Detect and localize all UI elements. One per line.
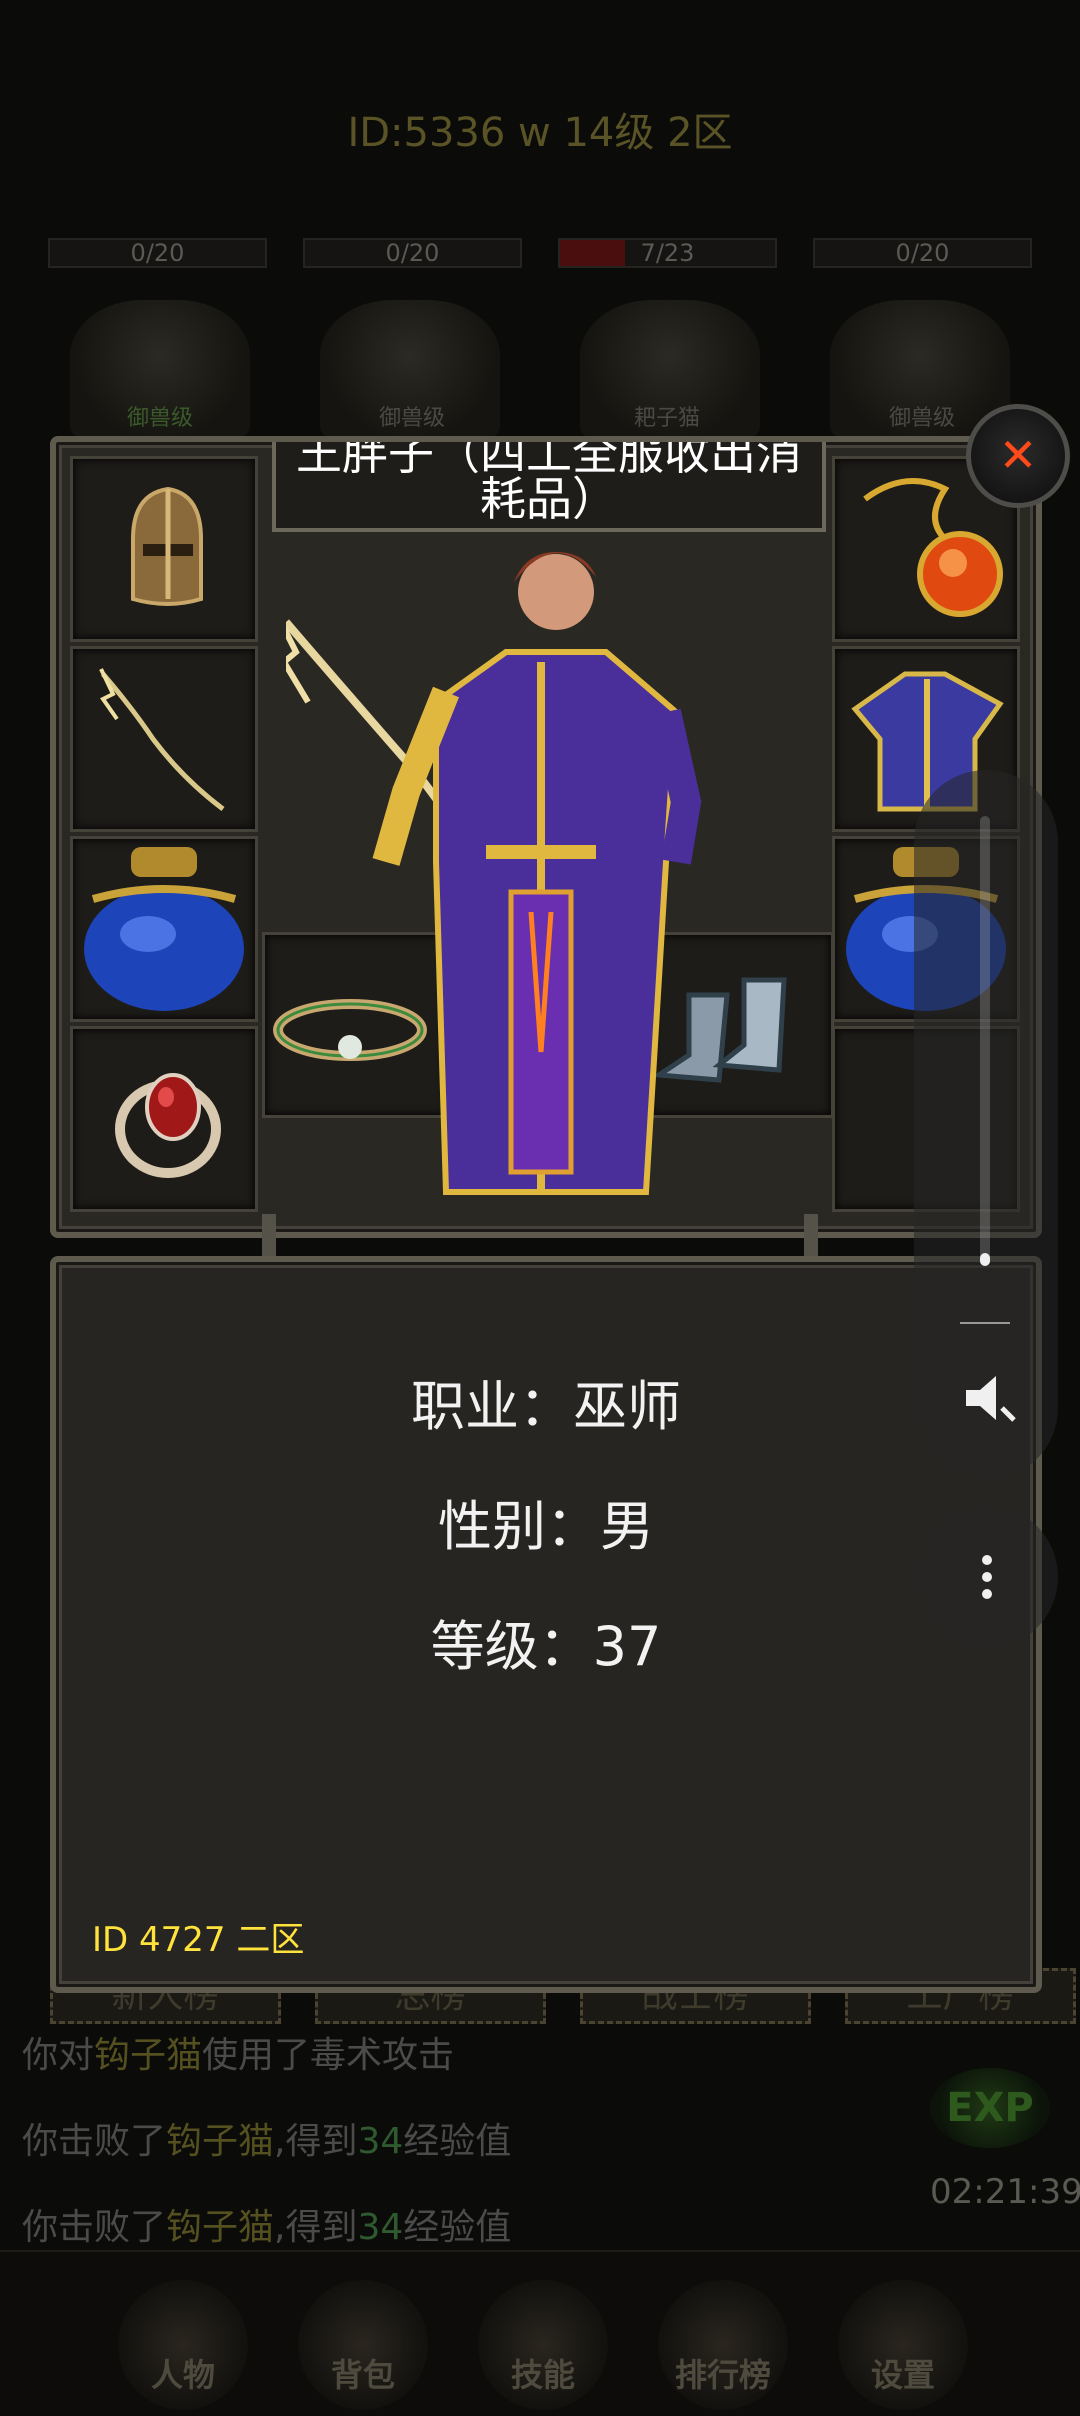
level-text: 等级：37 (430, 1615, 662, 1678)
equipment-panel: 王胖子（四工全服收出消耗品） (50, 436, 1042, 1238)
character-dialog: 王胖子（四工全服收出消耗品） 职业：巫师 性别：男 等级：37 ID 4727 … (50, 436, 1042, 1993)
hp-text: 0/20 (895, 239, 950, 267)
log-segment: 使用了毒术攻击 (202, 2035, 455, 2076)
battle-log-line: 你击败了钩子猫,得到34经验值 (22, 2112, 511, 2164)
divider (960, 1322, 1010, 1324)
dot (982, 1555, 992, 1565)
hp-text: 7/23 (640, 239, 695, 267)
monster-hp-bar: 0/20 (303, 238, 522, 268)
hp-fill (560, 240, 625, 266)
monster-hp-bar: 0/20 (48, 238, 267, 268)
log-segment: 经验值 (403, 2207, 512, 2248)
battle-log-line: 你对钩子猫使用了毒术攻击 (22, 2026, 454, 2078)
log-segment: 钩子猫 (94, 2035, 203, 2076)
log-segment: 钩子猫 (166, 2121, 275, 2162)
hp-text: 0/20 (385, 239, 440, 267)
battle-log-line: 你击败了钩子猫,得到34经验值 (22, 2198, 511, 2250)
game-clock: 02:21:39 (930, 2172, 1080, 2212)
character-model (273, 532, 806, 1212)
log-segment: 你击败了 (22, 2121, 167, 2162)
log-segment: ,得到 (274, 2207, 358, 2248)
player-status-line: ID:5336 w 14级 2区 (347, 110, 733, 156)
exp-badge[interactable]: EXP (930, 2068, 1050, 2148)
dot (982, 1572, 992, 1582)
log-segment: 钩子猫 (166, 2207, 275, 2248)
monster-name: 御兽级 (378, 406, 445, 431)
character-name-plate: 王胖子（四工全服收出消耗品） (272, 442, 826, 532)
dot (982, 1589, 992, 1599)
log-segment: 34 (357, 2207, 404, 2248)
staff-icon (99, 668, 225, 811)
equip-slot-ring[interactable] (70, 1026, 258, 1212)
log-segment: ,得到 (274, 2121, 358, 2162)
hp-text: 0/20 (130, 239, 185, 267)
log-segment: 经验值 (403, 2121, 512, 2162)
potion-jar-icon (84, 847, 244, 1011)
nav-label-settings[interactable]: 设置 (828, 2350, 978, 2396)
character-name: 王胖子（四工全服收出消耗品） (296, 442, 802, 526)
more-options-button[interactable] (914, 1505, 1058, 1649)
equip-slot-potion-left[interactable] (70, 836, 258, 1022)
nav-label-skills[interactable]: 技能 (468, 2350, 618, 2396)
nav-label-bag[interactable]: 背包 (288, 2350, 438, 2396)
gender-text: 性别：男 (438, 1495, 654, 1558)
monster-hp-bar: 0/20 (813, 238, 1032, 268)
log-segment: 你击败了 (22, 2207, 167, 2248)
monster-hp-bar: 7/23 (558, 238, 777, 268)
ruby-ring-icon (115, 1073, 221, 1178)
character-info-panel: 职业：巫师 性别：男 等级：37 ID 4727 二区 (50, 1256, 1042, 1993)
mage-character-icon (273, 552, 702, 1195)
log-segment: 你对 (22, 2035, 95, 2076)
nav-label-ranking[interactable]: 排行榜 (648, 2350, 798, 2396)
nav-label-character[interactable]: 人物 (108, 2350, 258, 2396)
equip-slot-helmet[interactable] (70, 456, 258, 642)
helmet-icon (131, 486, 203, 606)
speaker-muted-icon[interactable] (960, 1368, 1020, 1428)
log-segment: 34 (357, 2121, 404, 2162)
profession-text: 职业：巫师 (411, 1375, 681, 1438)
close-button[interactable]: ✕ (966, 404, 1070, 508)
monster-name: 耙子猫 (633, 406, 700, 431)
equip-slot-weapon[interactable] (70, 646, 258, 832)
monster-name: 御兽级 (126, 406, 193, 431)
volume-control-panel (914, 770, 1058, 1480)
volume-slider-fill (980, 1252, 990, 1266)
player-id-text: ID 4727 二区 (92, 1920, 305, 1960)
volume-slider[interactable] (980, 816, 990, 1266)
